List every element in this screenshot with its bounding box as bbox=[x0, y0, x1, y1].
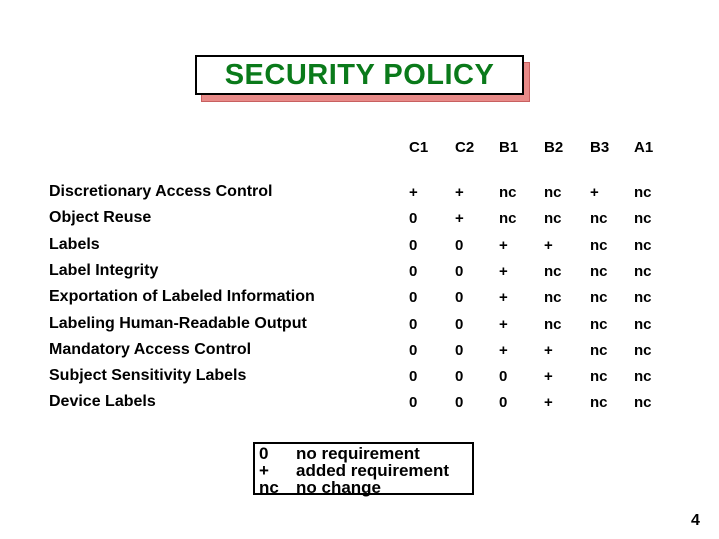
title-banner: SECURITY POLICY bbox=[195, 55, 530, 102]
table-cell: 0 bbox=[409, 394, 418, 412]
legend: 0 no requirement + added requirement nc … bbox=[253, 442, 474, 497]
table-cell: nc bbox=[634, 289, 652, 307]
table-cell: nc bbox=[544, 315, 562, 333]
row-label: Label Integrity bbox=[49, 261, 159, 279]
table-cell: nc bbox=[544, 289, 562, 307]
table-cell: nc bbox=[634, 210, 652, 228]
row-label: Subject Sensitivity Labels bbox=[49, 367, 247, 385]
table-cell: + bbox=[544, 341, 553, 359]
table-cell: 0 bbox=[409, 315, 418, 333]
legend-symbol: + bbox=[259, 461, 269, 480]
table-cell: nc bbox=[590, 394, 608, 412]
row-label: Mandatory Access Control bbox=[49, 340, 252, 358]
table-cell: 0 bbox=[409, 368, 418, 386]
column-header: B2 bbox=[544, 139, 564, 156]
table-cell: nc bbox=[590, 262, 608, 280]
row-label: Exportation of Labeled Information bbox=[49, 288, 315, 306]
table-cell: nc bbox=[634, 184, 652, 201]
table-cell: + bbox=[499, 236, 508, 254]
page-number: 4 bbox=[691, 512, 700, 529]
column-header: A1 bbox=[634, 139, 654, 156]
table-cell: + bbox=[499, 341, 508, 359]
table-cell: 0 bbox=[499, 368, 508, 386]
table-cell: 0 bbox=[409, 341, 418, 359]
table-cell: nc bbox=[590, 210, 608, 228]
table-cell: + bbox=[455, 184, 464, 201]
legend-symbol: 0 bbox=[259, 444, 269, 463]
table-cell: 0 bbox=[455, 341, 464, 359]
table-cell: + bbox=[499, 262, 508, 280]
table-cell: nc bbox=[634, 262, 652, 280]
table-cell: 0 bbox=[409, 210, 418, 228]
table-cell: nc bbox=[634, 341, 652, 359]
table-cell: + bbox=[590, 184, 599, 201]
row-label: Device Labels bbox=[49, 393, 156, 411]
table-cell: + bbox=[544, 236, 553, 254]
legend-symbol: nc bbox=[259, 478, 279, 497]
table-cell: 0 bbox=[455, 368, 464, 386]
table-cell: nc bbox=[634, 315, 652, 333]
table-cell: 0 bbox=[499, 394, 508, 412]
table-cell: 0 bbox=[455, 289, 464, 307]
column-header: B1 bbox=[499, 139, 519, 156]
table-cell: nc bbox=[590, 315, 608, 333]
table-cell: 0 bbox=[455, 315, 464, 333]
table-cell: + bbox=[409, 184, 418, 201]
row-label: Object Reuse bbox=[49, 209, 152, 227]
table-cell: nc bbox=[544, 184, 562, 201]
table-cell: nc bbox=[634, 236, 652, 254]
table-cell: 0 bbox=[409, 262, 418, 280]
row-label: Labeling Human-Readable Output bbox=[49, 314, 307, 332]
table-cell: 0 bbox=[409, 236, 418, 254]
row-label: Labels bbox=[49, 235, 100, 253]
table-cell: + bbox=[499, 315, 508, 333]
table-cell: nc bbox=[634, 368, 652, 386]
table-cell: nc bbox=[590, 341, 608, 359]
page-title: SECURITY POLICY bbox=[224, 58, 495, 91]
table-cell: + bbox=[544, 368, 553, 386]
table-cell: + bbox=[499, 289, 508, 307]
table-cell: 0 bbox=[409, 289, 418, 307]
table-cell: + bbox=[455, 210, 464, 228]
legend-meaning: no requirement bbox=[296, 444, 420, 463]
table-cell: nc bbox=[590, 368, 608, 386]
column-header: C2 bbox=[455, 139, 475, 156]
table-cell: nc bbox=[544, 262, 562, 280]
column-header: C1 bbox=[409, 139, 429, 156]
table-cell: nc bbox=[634, 394, 652, 412]
table-cell: nc bbox=[499, 184, 517, 201]
table-cell: 0 bbox=[455, 236, 464, 254]
legend-meaning: no change bbox=[296, 478, 382, 497]
table-cell: + bbox=[544, 394, 553, 412]
table-cell: 0 bbox=[455, 262, 464, 280]
table-cell: nc bbox=[590, 236, 608, 254]
table-cell: nc bbox=[499, 210, 517, 228]
table-cell: nc bbox=[544, 210, 562, 228]
legend-meaning: added requirement bbox=[296, 461, 450, 480]
column-header: B3 bbox=[590, 139, 610, 156]
table-cell: nc bbox=[590, 289, 608, 307]
row-label: Discretionary Access Control bbox=[49, 183, 273, 200]
table-cell: 0 bbox=[455, 394, 464, 412]
title-box: SECURITY POLICY bbox=[195, 55, 524, 95]
